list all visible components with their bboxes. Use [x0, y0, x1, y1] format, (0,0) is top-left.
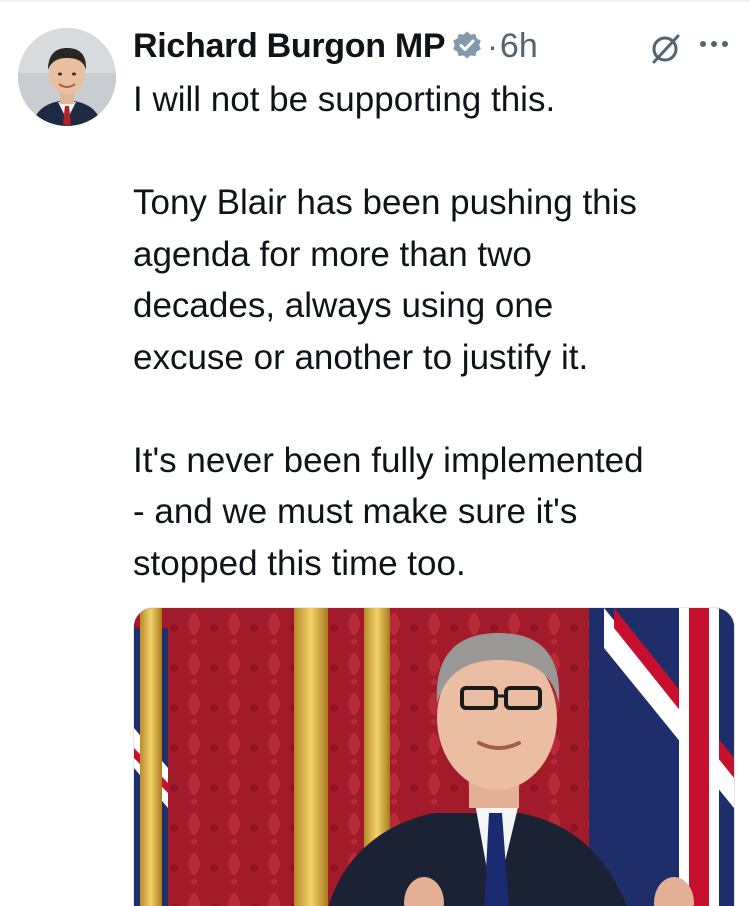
tweet-line: stopped this time too. [133, 543, 466, 583]
tweet[interactable]: Richard Burgon MP · 6h I will not be sup… [0, 0, 750, 906]
divider [0, 0, 750, 2]
separator-dot: · [487, 27, 498, 64]
avatar[interactable] [18, 28, 116, 126]
tweet-line: agenda for more than two [133, 234, 532, 274]
tweet-line: - and we must make sure it's [133, 492, 578, 531]
more-options-icon[interactable] [697, 32, 731, 62]
media-photo [134, 608, 734, 906]
verified-badge-icon [451, 30, 483, 62]
tweet-header: Richard Burgon MP · 6h [133, 22, 538, 70]
avatar-photo [18, 28, 116, 126]
tweet-text: I will not be supporting this. Tony Blai… [133, 74, 733, 589]
grok-icon[interactable] [648, 32, 682, 66]
tweet-line: Tony Blair has been pushing this [133, 183, 637, 222]
tweet-line: It's never been fully implemented [133, 440, 644, 480]
tweet-line: decades, always using one [133, 286, 554, 325]
tweet-line: excuse or another to justify it. [133, 337, 589, 377]
tweet-line: I will not be supporting this. [133, 80, 556, 119]
author-name[interactable]: Richard Burgon MP [133, 27, 446, 66]
timestamp[interactable]: 6h [500, 27, 538, 66]
tweet-media-image[interactable] [133, 607, 735, 906]
